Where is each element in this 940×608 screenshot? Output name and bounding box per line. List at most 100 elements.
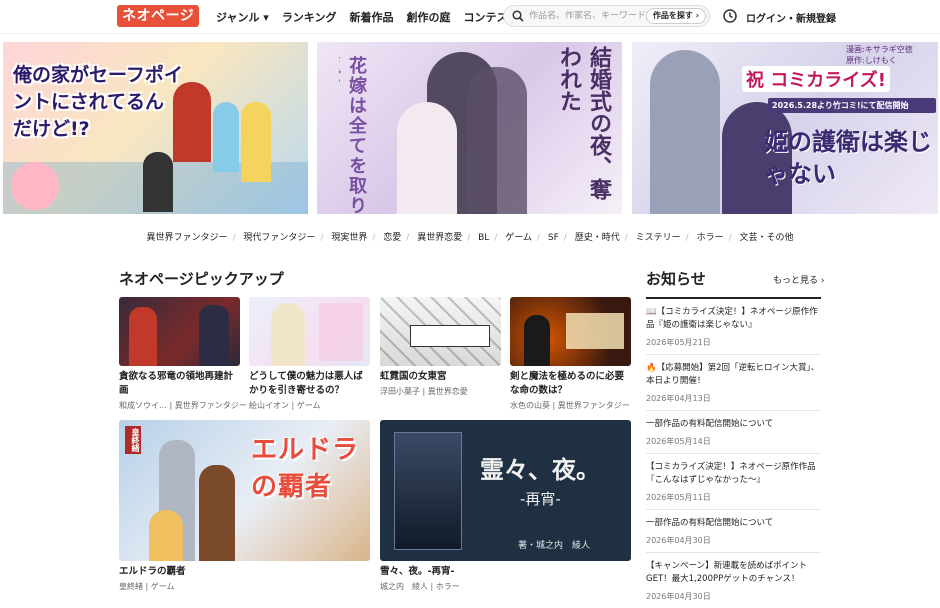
nav-ranking[interactable]: ランキング	[282, 9, 337, 25]
genre-horror[interactable]: ホラー	[697, 233, 724, 243]
pickup-big-card-2-cover: 霊々、夜。 -再宵- 著・城之内 綾人	[380, 420, 631, 561]
pickup-big-card-1-meta: 皇終緒 | ゲーム	[119, 582, 175, 591]
site-logo[interactable]: ネオページ	[117, 5, 200, 27]
banner-3-note: 2026.5.28より竹コミ!にて配信開始	[768, 98, 936, 113]
nav-genre[interactable]: ジャンル ▾	[216, 9, 269, 25]
genre-romance[interactable]: 恋愛	[383, 233, 401, 243]
pickup-card-4[interactable]: 剣と魔法を極めるのに必要な命の数は？ 水色の山葵 | 異世界ファンタジー	[510, 297, 631, 411]
genre-literature-other[interactable]: 文芸・その他	[740, 233, 794, 243]
genre-separator: /	[406, 233, 410, 243]
notice-item-date: 2026年04月13日	[646, 394, 711, 403]
pickup-card-1-title: 貪欲なる邪竜の領地再建計画	[119, 371, 234, 396]
notice-item-text: 🔥【応募開始】第2回「逆転ヒロイン大賞」、本日より開催！	[646, 363, 820, 386]
notice-item-text: 📖【コミカライズ決定！】ネオページ原作作品『姫の護衛は楽じゃない』	[646, 307, 818, 330]
main-nav: ジャンル ▾ ランキング 新着作品 創作の庭 コンテスト	[216, 9, 518, 25]
search-input[interactable]	[529, 11, 649, 21]
pickup-big-card-2-cover-sub: -再宵-	[520, 490, 561, 508]
genre-separator: /	[685, 233, 689, 243]
genre-separator: /	[232, 233, 236, 243]
genre-isekai-fantasy[interactable]: 異世界ファンタジー	[146, 233, 227, 243]
pickup-card-1[interactable]: 貪欲なる邪竜の領地再建計画 和成ソウイ… | 異世界ファンタジー	[119, 297, 247, 411]
pickup-card-4-meta: 水色の山葵 | 異世界ファンタジー	[510, 401, 630, 410]
pickup-big-card-2-cover-title: 霊々、夜。	[480, 456, 600, 484]
pickup-card-3[interactable]: 虹霓国の女東宮 浮田小葉子 | 異世界恋愛	[380, 297, 501, 397]
nav-creation-garden[interactable]: 創作の庭	[406, 9, 450, 25]
genre-history[interactable]: 歴史・時代	[575, 233, 620, 243]
notice-item-text: 一部作品の有料配信開始について	[646, 419, 774, 429]
genre-game[interactable]: ゲーム	[505, 233, 532, 243]
notice-item[interactable]: 📖【コミカライズ決定！】ネオページ原作作品『姫の護衛は楽じゃない』 2026年0…	[646, 299, 821, 355]
banner-2[interactable]: 花嫁は全てを取り返す 結婚式の夜、奪われた	[317, 42, 622, 214]
genre-separator: /	[563, 233, 567, 243]
notice-item-date: 2026年05月14日	[646, 437, 711, 446]
genre-mystery[interactable]: ミステリー	[636, 233, 681, 243]
pickup-big-card-2-meta: 城之内 綾人 | ホラー	[380, 582, 460, 591]
notice-item-date: 2026年04月30日	[646, 592, 711, 601]
banner-3-badge: 祝 コミカライズ!	[742, 66, 890, 92]
search-icon	[512, 10, 524, 22]
notice-item-text: 一部作品の有料配信開始について	[646, 518, 774, 528]
genre-bar: 異世界ファンタジー / 現代ファンタジー / 現実世界 / 恋愛 / 異世界恋愛 / BL…	[0, 230, 940, 243]
pickup-big-card-2[interactable]: 霊々、夜。 -再宵- 著・城之内 綾人 雪々、夜。-再宵- 城之内 綾人 | ホ…	[380, 420, 631, 592]
pickup-card-1-meta: 和成ソウイ… | 異世界ファンタジー	[119, 401, 247, 410]
genre-separator: /	[624, 233, 628, 243]
banner-carousel: 俺の家がセーフポイントにされてるんだけど!? 花嫁は全てを取り返す 結婚式の夜、…	[0, 42, 940, 214]
notice-item[interactable]: 一部作品の有料配信開始について 2026年05月14日	[646, 411, 821, 454]
pickup-card-2-title: どうして僕の魅力は悪人ばかりを引き寄せるの？	[249, 371, 363, 396]
login-register-link[interactable]: ログイン・新規登録	[746, 10, 836, 25]
banner-1[interactable]: 俺の家がセーフポイントにされてるんだけど!?	[3, 42, 308, 214]
notice-item-text: 【コミカライズ決定！】ネオページ原作作品『こんなはずじゃなかった〜』	[646, 462, 816, 485]
nav-new-works[interactable]: 新着作品	[349, 9, 393, 25]
search-box: 作品を探す ›	[503, 5, 710, 27]
notice-item-date: 2026年05月11日	[646, 493, 711, 502]
pickup-card-3-cover	[380, 297, 501, 366]
search-button[interactable]: 作品を探す ›	[645, 8, 706, 24]
notice-item-date: 2026年04月30日	[646, 536, 711, 545]
pickup-big-card-2-cover-author: 著・城之内 綾人	[518, 541, 591, 551]
notice-item[interactable]: 【キャンペーン】新連載を読めばポイントGET！最大1,200PPゲットのチャンス…	[646, 553, 821, 608]
notice-list: 📖【コミカライズ決定！】ネオページ原作作品『姫の護衛は楽じゃない』 2026年0…	[646, 297, 821, 608]
pickup-card-2[interactable]: どうして僕の魅力は悪人ばかりを引き寄せるの？ 絵山イオン | ゲーム	[249, 297, 370, 411]
pickup-card-3-meta: 浮田小葉子 | 異世界恋愛	[380, 387, 468, 396]
notice-item[interactable]: 🔥【応募開始】第2回「逆転ヒロイン大賞」、本日より開催！ 2026年04月13日	[646, 355, 821, 411]
notice-item-date: 2026年05月21日	[646, 338, 711, 347]
genre-separator: /	[467, 233, 471, 243]
pickup-card-2-cover	[249, 297, 370, 366]
genre-real-world[interactable]: 現実世界	[331, 233, 367, 243]
notice-more-link[interactable]: もっと見る ›	[773, 273, 824, 286]
genre-separator: /	[372, 233, 376, 243]
notice-item-text: 【キャンペーン】新連載を読めばポイントGET！最大1,200PPゲットのチャンス…	[646, 561, 808, 584]
notice-section-title: お知らせ	[646, 270, 706, 288]
pickup-big-card-1[interactable]: 皇終緒 エルドラの覇者 エルドラの覇者 皇終緒 | ゲーム	[119, 420, 370, 592]
banner-3[interactable]: 祝 コミカライズ! 漫画:キサラギ空徳 原作:しけもく 2026.5.28より竹…	[632, 42, 938, 214]
pickup-card-4-title: 剣と魔法を極めるのに必要な命の数は？	[510, 371, 625, 396]
notice-item[interactable]: 一部作品の有料配信開始について 2026年04月30日	[646, 510, 821, 553]
top-bar: ネオページ ジャンル ▾ ランキング 新着作品 創作の庭 コンテスト 作品を探す…	[0, 0, 940, 34]
notice-item[interactable]: 【コミカライズ決定！】ネオページ原作作品『こんなはずじゃなかった〜』 2026年…	[646, 454, 821, 510]
genre-bl[interactable]: BL	[478, 233, 489, 243]
pickup-big-card-1-badge: 皇終緒	[125, 426, 141, 454]
banner-3-credit-art: 漫画:キサラギ空徳	[846, 45, 913, 54]
pickup-card-1-cover	[119, 297, 240, 366]
pickup-section-title: ネオページピックアップ	[119, 270, 284, 288]
pickup-big-card-1-cover: 皇終緒 エルドラの覇者	[119, 420, 370, 561]
pickup-big-card-1-title: エルドラの覇者	[119, 566, 186, 577]
pickup-big-card-1-cover-title: エルドラの覇者	[251, 435, 360, 502]
banner-1-title: 俺の家がセーフポイントにされてるんだけど!?	[13, 64, 183, 140]
banner-2-subtitle: 結婚式の夜、奪われた	[556, 46, 611, 200]
pickup-big-card-2-title: 雪々、夜。-再宵-	[380, 566, 455, 577]
genre-separator: /	[728, 233, 732, 243]
genre-isekai-romance[interactable]: 異世界恋愛	[417, 233, 462, 243]
pickup-card-2-meta: 絵山イオン | ゲーム	[249, 401, 321, 410]
genre-sf[interactable]: SF	[548, 233, 559, 243]
banner-2-title: 花嫁は全てを取り返す	[339, 56, 367, 214]
genre-separator: /	[320, 233, 324, 243]
genre-separator: /	[536, 233, 541, 243]
genre-modern-fantasy[interactable]: 現代ファンタジー	[243, 233, 315, 243]
banner-3-title: 姫の護衛は楽じゃない	[764, 128, 932, 188]
history-icon[interactable]	[722, 8, 738, 28]
genre-separator: /	[494, 233, 498, 243]
banner-3-credit-orig: 原作:しけもく	[846, 56, 897, 65]
pickup-card-4-cover	[510, 297, 631, 366]
pickup-card-3-title: 虹霓国の女東宮	[380, 371, 447, 382]
